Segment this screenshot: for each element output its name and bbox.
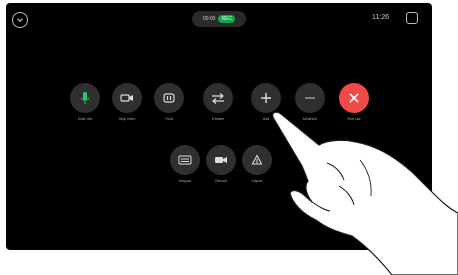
pointing-hand-illustration <box>272 111 458 275</box>
